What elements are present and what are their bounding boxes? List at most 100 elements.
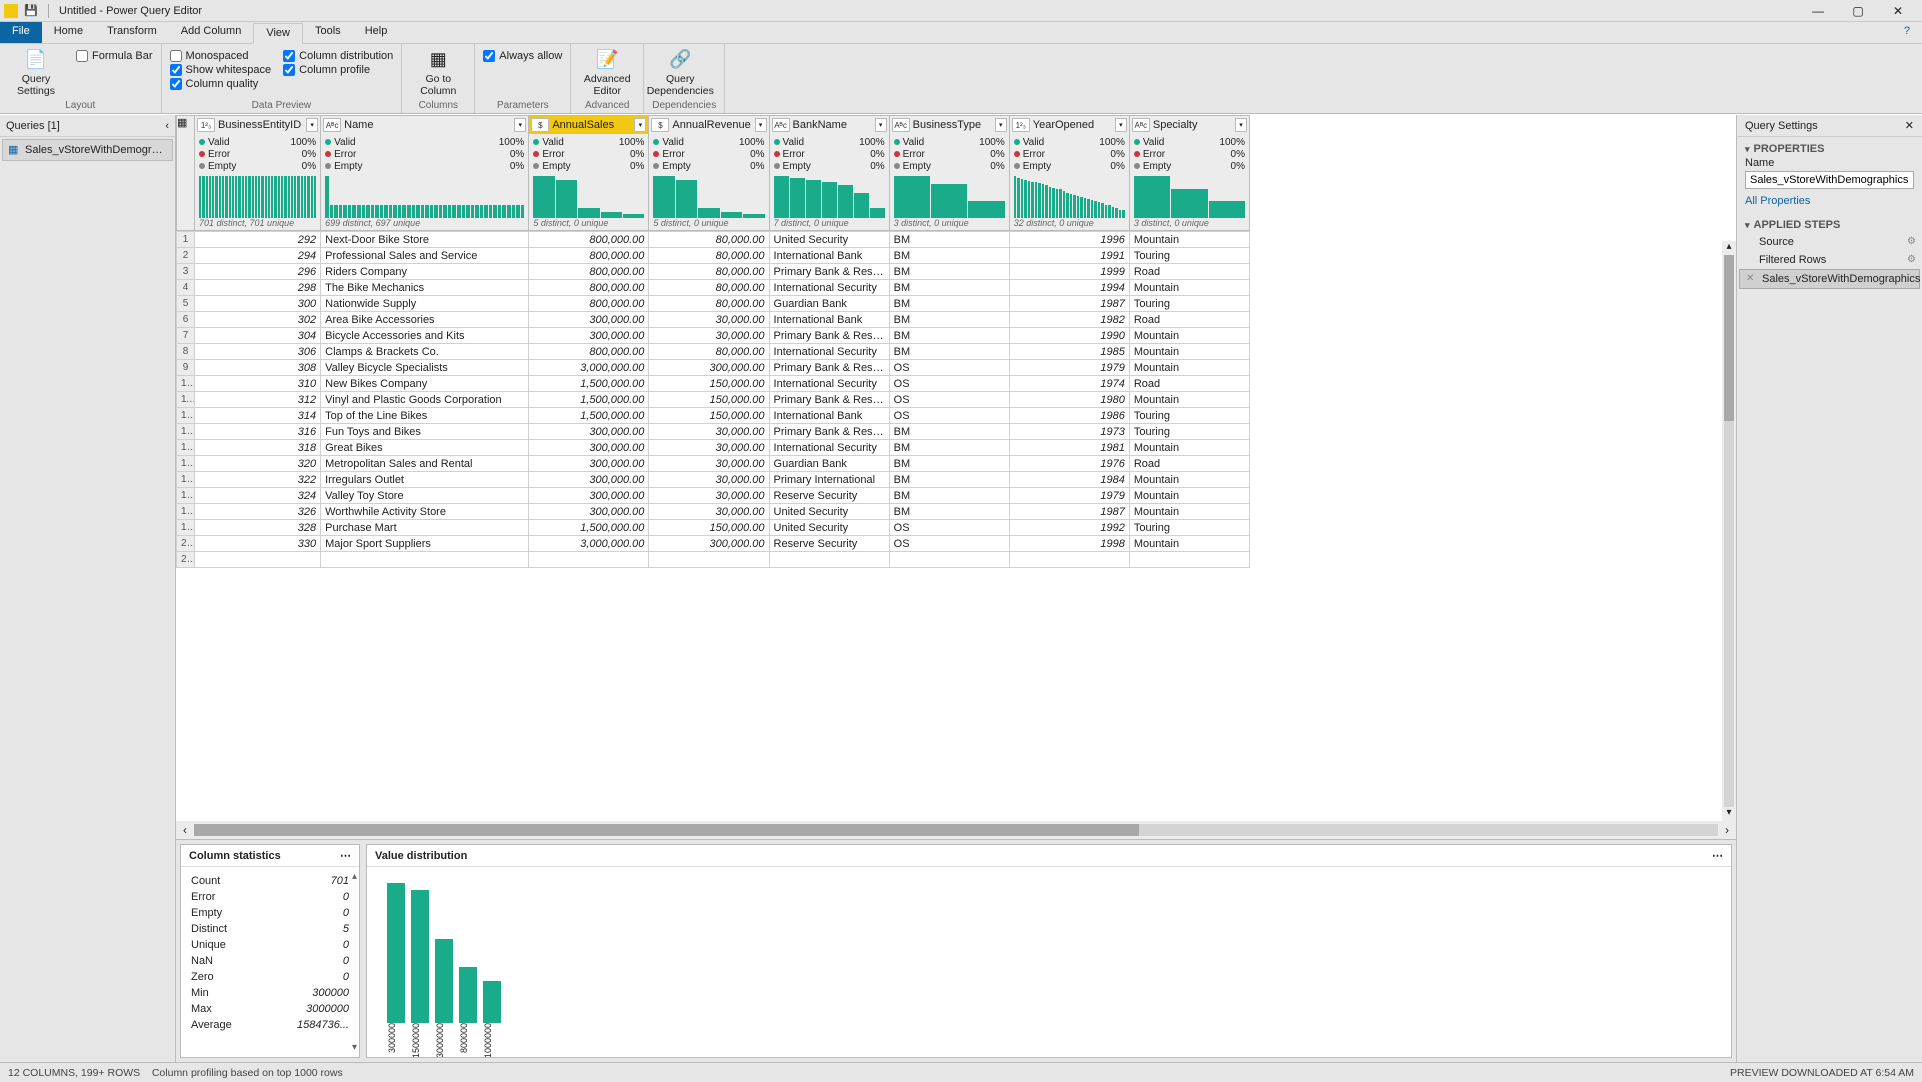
cell[interactable]: 800,000.00 [529, 264, 649, 280]
row-number[interactable]: 19 [177, 520, 195, 536]
table-row[interactable]: 11312Vinyl and Plastic Goods Corporation… [177, 392, 1250, 408]
cell[interactable]: New Bikes Company [321, 376, 529, 392]
query-settings-button[interactable]: 📄 Query Settings [8, 48, 64, 97]
chk-formula-bar[interactable]: Formula Bar [76, 50, 153, 62]
cell[interactable]: 300,000.00 [529, 328, 649, 344]
cell[interactable]: International Bank [769, 248, 889, 264]
cell[interactable]: 80,000.00 [649, 344, 769, 360]
cell[interactable]: 150,000.00 [649, 376, 769, 392]
cell[interactable]: 1987 [1009, 296, 1129, 312]
cell[interactable]: 1996 [1009, 232, 1129, 248]
chk-monospaced[interactable]: Monospaced [170, 50, 272, 62]
row-number[interactable]: 6 [177, 312, 195, 328]
more-icon[interactable]: ⋯ [1712, 849, 1723, 862]
status-profiling[interactable]: Column profiling based on top 1000 rows [152, 1067, 343, 1079]
cell[interactable]: Valley Bicycle Specialists [321, 360, 529, 376]
cell[interactable]: Mountain [1129, 472, 1249, 488]
cell[interactable]: 80,000.00 [649, 232, 769, 248]
cell[interactable]: Next-Door Bike Store [321, 232, 529, 248]
cell[interactable]: 3,000,000.00 [529, 536, 649, 552]
cell[interactable]: 800,000.00 [529, 248, 649, 264]
cell[interactable]: Mountain [1129, 488, 1249, 504]
cell[interactable]: 1994 [1009, 280, 1129, 296]
collapse-left-icon[interactable]: ‹ [165, 120, 169, 132]
column-header-bankname[interactable]: AᴮcBankName▾ [770, 116, 889, 134]
tab-tools[interactable]: Tools [303, 22, 353, 43]
cell[interactable]: 1979 [1009, 360, 1129, 376]
filter-dropdown-icon[interactable]: ▾ [875, 118, 887, 132]
cell[interactable]: 1973 [1009, 424, 1129, 440]
column-header-annualsales[interactable]: $AnnualSales▾ [529, 116, 648, 134]
cell[interactable]: Nationwide Supply [321, 296, 529, 312]
cell[interactable]: 3,000,000.00 [529, 360, 649, 376]
table-row[interactable]: 8306Clamps & Brackets Co.800,000.0080,00… [177, 344, 1250, 360]
cell[interactable]: 30,000.00 [649, 456, 769, 472]
more-icon[interactable]: ⋯ [340, 849, 351, 862]
column-header-name[interactable]: AᴮcName▾ [321, 116, 528, 134]
cell[interactable]: 324 [195, 488, 321, 504]
cell[interactable]: 80,000.00 [649, 248, 769, 264]
cell[interactable]: 300,000.00 [529, 456, 649, 472]
cell[interactable]: 1,500,000.00 [529, 392, 649, 408]
cell[interactable]: Road [1129, 376, 1249, 392]
cell[interactable]: Primary Bank & Reserve [769, 328, 889, 344]
cell[interactable]: Bicycle Accessories and Kits [321, 328, 529, 344]
cell[interactable]: Worthwhile Activity Store [321, 504, 529, 520]
cell[interactable]: Professional Sales and Service [321, 248, 529, 264]
cell[interactable]: OS [889, 520, 1009, 536]
row-number[interactable]: 2 [177, 248, 195, 264]
table-row[interactable]: 5300Nationwide Supply800,000.0080,000.00… [177, 296, 1250, 312]
cell[interactable]: BM [889, 344, 1009, 360]
cell[interactable]: BM [889, 248, 1009, 264]
cell[interactable]: BM [889, 440, 1009, 456]
cell[interactable]: 30,000.00 [649, 488, 769, 504]
maximize-button[interactable]: ▢ [1838, 0, 1878, 22]
cell[interactable]: 1974 [1009, 376, 1129, 392]
chk-column-distribution[interactable]: Column distribution [283, 50, 393, 62]
cell[interactable]: OS [889, 392, 1009, 408]
cell[interactable]: 800,000.00 [529, 232, 649, 248]
cell[interactable]: 150,000.00 [649, 408, 769, 424]
cell[interactable]: 304 [195, 328, 321, 344]
table-row[interactable]: 9308Valley Bicycle Specialists3,000,000.… [177, 360, 1250, 376]
advanced-editor-button[interactable]: 📝 Advanced Editor [579, 48, 635, 97]
table-row[interactable]: 10310New Bikes Company1,500,000.00150,00… [177, 376, 1250, 392]
cell[interactable]: 30,000.00 [649, 440, 769, 456]
cell[interactable]: 1986 [1009, 408, 1129, 424]
cell[interactable]: 292 [195, 232, 321, 248]
cell[interactable]: 316 [195, 424, 321, 440]
cell[interactable]: Area Bike Accessories [321, 312, 529, 328]
tab-home[interactable]: Home [42, 22, 95, 43]
close-settings-icon[interactable]: ✕ [1905, 119, 1914, 132]
cell[interactable] [1129, 552, 1249, 568]
cell[interactable]: Touring [1129, 520, 1249, 536]
row-number[interactable]: 11 [177, 392, 195, 408]
cell[interactable]: 1976 [1009, 456, 1129, 472]
cell[interactable]: International Security [769, 344, 889, 360]
cell[interactable]: United Security [769, 504, 889, 520]
cell[interactable]: Road [1129, 456, 1249, 472]
cell[interactable]: United Security [769, 520, 889, 536]
cell[interactable]: Mountain [1129, 328, 1249, 344]
cell[interactable]: 318 [195, 440, 321, 456]
cell[interactable]: BM [889, 504, 1009, 520]
cell[interactable]: 30,000.00 [649, 424, 769, 440]
cell[interactable]: Primary Bank & Reserve [769, 392, 889, 408]
save-icon[interactable]: 💾 [24, 4, 38, 18]
cell[interactable]: Major Sport Suppliers [321, 536, 529, 552]
filter-dropdown-icon[interactable]: ▾ [514, 118, 526, 132]
stats-scroll-up-icon[interactable]: ▴ [352, 871, 357, 882]
cell[interactable]: Road [1129, 264, 1249, 280]
cell[interactable]: 300,000.00 [529, 488, 649, 504]
row-number[interactable]: 20 [177, 536, 195, 552]
table-row[interactable]: 2294Professional Sales and Service800,00… [177, 248, 1250, 264]
table-row[interactable]: 4298The Bike Mechanics800,000.0080,000.0… [177, 280, 1250, 296]
table-row[interactable]: 3296Riders Company800,000.0080,000.00Pri… [177, 264, 1250, 280]
cell[interactable] [1009, 552, 1129, 568]
table-row[interactable]: 15320Metropolitan Sales and Rental300,00… [177, 456, 1250, 472]
row-number[interactable]: 7 [177, 328, 195, 344]
type-icon[interactable]: $ [531, 118, 549, 132]
horizontal-scrollbar[interactable]: ‹ › [176, 821, 1736, 839]
row-number[interactable]: 17 [177, 488, 195, 504]
filter-dropdown-icon[interactable]: ▾ [1115, 118, 1127, 132]
